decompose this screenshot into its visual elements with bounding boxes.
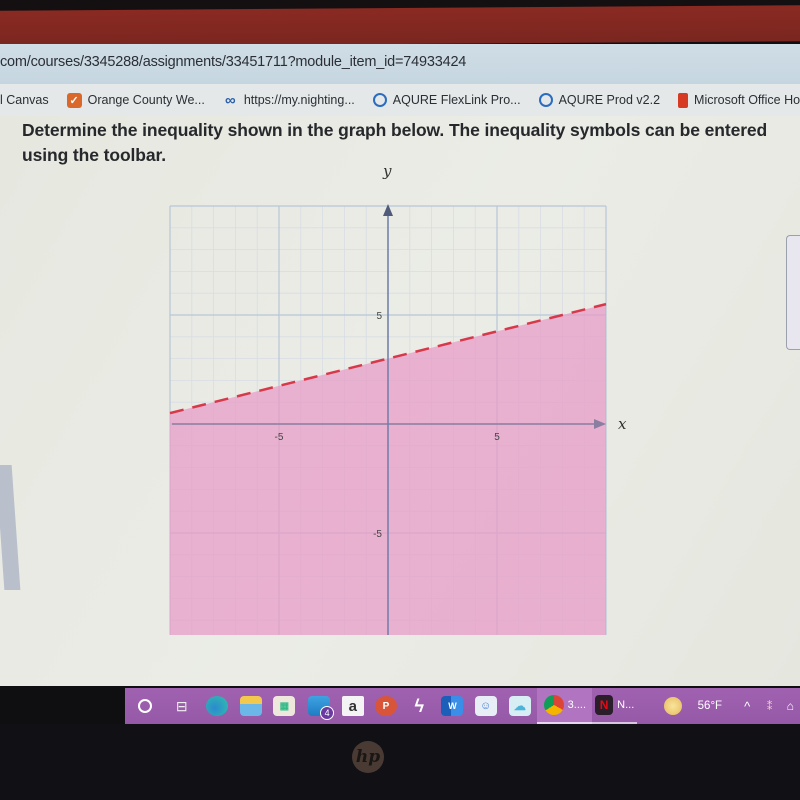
bookmark-label: l Canvas [0,93,49,107]
x-axis-label: x [618,415,627,433]
bookmark-label: Microsoft Office Ho... [694,93,800,107]
aqure-icon [538,93,553,107]
taskbar-photos[interactable]: ☺ [469,688,502,724]
photos-icon: ☺ [474,696,497,716]
tray-device-icon[interactable]: ⌂ [780,688,800,724]
weather-temperature[interactable]: 56°F [692,688,727,724]
chevron-up-icon[interactable]: ^ [735,688,758,724]
taskbar-search[interactable] [125,688,164,724]
edge-icon [205,696,228,716]
powerpoint-icon: P [374,696,397,716]
store-icon: ▦ [273,696,296,716]
url-text[interactable]: com/courses/3345288/assignments/33451711… [0,54,466,70]
chrome-label: 3.... [567,699,587,711]
monitor-bezel-bottom [0,724,800,800]
nightingale-icon: ∞ [224,91,236,109]
taskbar-netflix[interactable]: N N... [592,688,638,724]
bolt-icon: ϟ [414,695,424,716]
bookmark-label: AQURE Prod v2.2 [558,93,661,107]
chrome-icon [543,695,564,715]
y-axis-label: y [382,165,392,180]
netflix-icon: N [595,695,614,715]
taskbar-store[interactable]: ▦ [268,688,301,724]
bookmark-label: Orange County We... [87,93,205,107]
bookmark-office[interactable]: Microsoft Office Ho... [678,92,800,108]
taskbar-mail[interactable]: 4 [301,688,336,724]
y-tick-label: 5 [376,311,382,322]
browser-title-bar [0,5,800,47]
bookmark-label: https://my.nighting... [243,93,355,107]
taskbar-chrome[interactable]: 3.... [537,688,593,724]
x-tick-label: -5 [275,432,284,443]
taskbar-file-explorer[interactable] [234,688,267,724]
office-icon [678,92,689,108]
question-text: Determine the inequality shown in the gr… [22,120,768,165]
bookmark-aqure-prod[interactable]: AQURE Prod v2.2 [538,93,661,107]
bookmark-aqure-flexlink[interactable]: AQURE FlexLink Pro... [372,93,521,107]
cloud-icon: ☁ [508,696,531,716]
screen: com/courses/3345288/assignments/33451711… [0,0,800,800]
hp-logo: hp [352,741,384,773]
taskbar-powerpoint[interactable]: P [369,688,402,724]
taskbar-task-view[interactable]: ⊟ [164,688,199,724]
taskbar-amazon[interactable]: a [336,688,369,724]
netflix-label: N... [617,699,635,711]
weather-widget[interactable] [653,688,692,724]
bookmark-orange-county[interactable]: ✓ Orange County We... [66,92,205,108]
amazon-icon: a [341,696,364,716]
y-tick-label: -5 [373,529,382,540]
folder-icon [240,696,263,716]
cortana-circle-icon [137,699,152,713]
taskbar-word[interactable]: W [436,688,469,724]
mail-badge: 4 [320,706,335,720]
bookmarks-bar: l Canvas ✓ Orange County We... ∞ https:/… [0,84,800,116]
taskbar-power-automate[interactable]: ϟ [403,688,436,724]
task-view-icon: ⊟ [175,697,188,714]
right-panel-edge [786,235,800,350]
taskbar: ⊟ ▦ 4 a P ϟ W ☺ ☁ 3.... N N... 56°F ^ ⁑ … [125,688,800,724]
taskbar-edge[interactable] [199,688,234,724]
bookmark-canvas[interactable]: l Canvas [0,93,49,107]
bookmark-label: AQURE FlexLink Pro... [392,93,521,107]
bookmark-nightingale[interactable]: ∞ https://my.nighting... [223,91,355,109]
sun-icon [663,697,682,715]
orange-county-icon: ✓ [66,92,82,108]
inequality-graph: -5 5 5 -5 x y [169,165,627,635]
aqure-icon [372,93,387,107]
tray-app-icon[interactable]: ⁑ [759,688,781,724]
x-tick-label: 5 [494,432,500,443]
word-icon: W [441,696,464,716]
taskbar-onedrive[interactable]: ☁ [502,688,537,724]
